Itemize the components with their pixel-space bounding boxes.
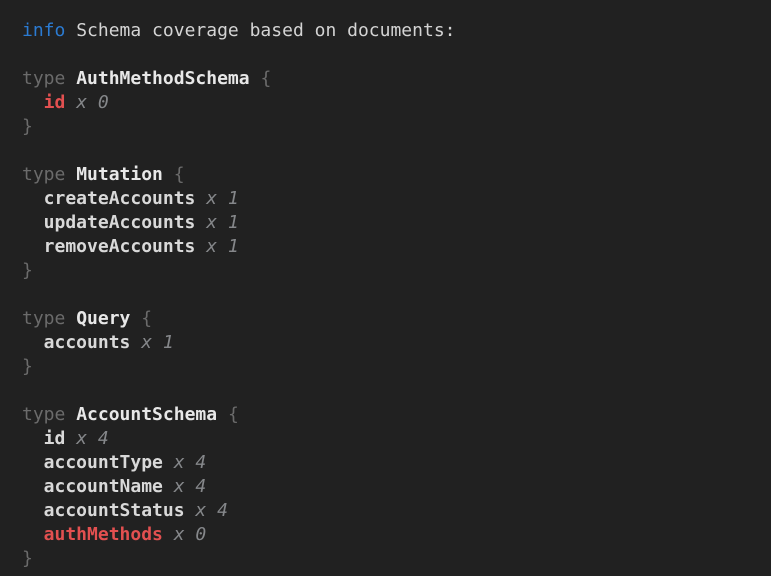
field-line: authMethods x 0 [22,523,763,547]
field-name: id [44,428,66,449]
field-line: id x 0 [22,91,763,115]
type-header-line: type AuthMethodSchema { [22,67,763,91]
field-hit-count: x 4 [76,428,109,449]
field-line: accountName x 4 [22,475,763,499]
field-name: accounts [44,332,131,353]
field-list: id x 4 accountType x 4 accountName x 4 a… [22,427,763,547]
field-hit-count: x 1 [206,188,239,209]
field-line: removeAccounts x 1 [22,235,763,259]
field-hit-count: x 0 [174,524,207,545]
field-list: createAccounts x 1 updateAccounts x 1 re… [22,187,763,259]
open-brace: { [260,68,271,89]
field-name: id [44,92,66,113]
close-brace: } [22,355,763,379]
field-hit-count: x 4 [195,500,228,521]
field-line: id x 4 [22,427,763,451]
close-brace: } [22,259,763,283]
field-name: accountType [44,452,163,473]
type-block: type Mutation { createAccounts x 1 updat… [22,163,763,283]
open-brace: { [174,164,185,185]
type-keyword: type [22,404,65,425]
field-list: accounts x 1 [22,331,763,355]
info-line: info Schema coverage based on documents: [22,19,763,43]
open-brace: { [228,404,239,425]
field-line: createAccounts x 1 [22,187,763,211]
field-line: accountType x 4 [22,451,763,475]
type-name: AccountSchema [76,404,217,425]
field-hit-count: x 1 [141,332,174,353]
type-keyword: type [22,68,65,89]
type-name: AuthMethodSchema [76,68,249,89]
close-brace: } [22,547,763,571]
info-message: Schema coverage based on documents: [76,20,455,41]
type-header-line: type AccountSchema { [22,403,763,427]
field-hit-count: x 4 [174,452,207,473]
open-brace: { [141,308,152,329]
type-name: Mutation [76,164,163,185]
info-label: info [22,20,65,41]
field-name: createAccounts [44,188,196,209]
close-brace: } [22,115,763,139]
type-name: Query [76,308,130,329]
type-keyword: type [22,164,65,185]
type-block: type AccountSchema { id x 4 accountType … [22,403,763,571]
field-name: accountStatus [44,500,185,521]
type-block: type AuthMethodSchema { id x 0 } [22,67,763,139]
field-name: authMethods [44,524,163,545]
field-line: updateAccounts x 1 [22,211,763,235]
field-hit-count: x 1 [206,236,239,257]
type-keyword: type [22,308,65,329]
type-header-line: type Mutation { [22,163,763,187]
field-hit-count: x 4 [174,476,207,497]
field-line: accounts x 1 [22,331,763,355]
coverage-blocks: type AuthMethodSchema { id x 0 } type Mu… [22,67,763,571]
field-line: accountStatus x 4 [22,499,763,523]
type-block: type Query { accounts x 1 } [22,307,763,379]
type-header-line: type Query { [22,307,763,331]
field-hit-count: x 0 [76,92,109,113]
field-name: accountName [44,476,163,497]
field-name: updateAccounts [44,212,196,233]
terminal-output[interactable]: info Schema coverage based on documents:… [0,0,771,576]
field-hit-count: x 1 [206,212,239,233]
field-name: removeAccounts [44,236,196,257]
field-list: id x 0 [22,91,763,115]
